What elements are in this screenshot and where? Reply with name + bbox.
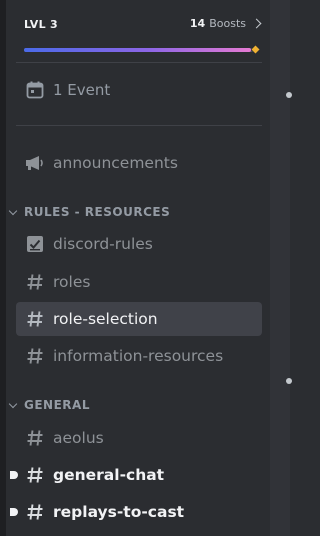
hash-icon bbox=[25, 502, 45, 522]
channel-roles[interactable]: roles bbox=[16, 265, 262, 299]
events-button[interactable]: 1 Event bbox=[16, 73, 262, 107]
channel-general-chat[interactable]: general-chat bbox=[10, 458, 262, 492]
divider bbox=[16, 62, 262, 63]
boost-progress-fill bbox=[24, 48, 252, 52]
chat-area-edge bbox=[270, 0, 292, 536]
channel-replays-to-cast[interactable]: replays-to-cast bbox=[10, 495, 262, 529]
channel-information-resources[interactable]: information-resources bbox=[16, 339, 262, 373]
chevron-right-icon bbox=[251, 18, 262, 29]
edge-indicator bbox=[286, 92, 292, 98]
unread-indicator bbox=[10, 508, 18, 516]
hash-icon bbox=[25, 465, 45, 485]
channel-announcements[interactable]: announcements bbox=[16, 146, 262, 180]
chevron-down-icon bbox=[8, 206, 18, 215]
channel-name: replays-to-cast bbox=[53, 503, 185, 521]
hash-icon bbox=[25, 428, 45, 448]
channel-sidebar: LVL 3 14 Boosts 1 Event announcements RU… bbox=[6, 0, 270, 536]
channel-name: roles bbox=[53, 273, 91, 291]
boost-gem-icon bbox=[251, 45, 260, 54]
channel-name: information-resources bbox=[53, 347, 224, 365]
channel-aeolus[interactable]: aeolus bbox=[16, 421, 262, 455]
boost-progress-bar bbox=[24, 48, 256, 52]
category-title: RULES - RESOURCES bbox=[24, 205, 171, 219]
channel-discord-rules[interactable]: discord-rules bbox=[16, 227, 262, 261]
category-rules-resources[interactable]: RULES - RESOURCES bbox=[8, 205, 171, 219]
boost-level: LVL 3 bbox=[24, 18, 59, 31]
channel-name: announcements bbox=[53, 154, 178, 172]
channel-name: aeolus bbox=[53, 429, 104, 447]
events-label: 1 Event bbox=[53, 81, 111, 99]
category-general[interactable]: GENERAL bbox=[8, 398, 90, 412]
boost-count-label: Boosts bbox=[209, 17, 246, 30]
calendar-icon bbox=[25, 80, 45, 100]
hash-icon bbox=[25, 346, 45, 366]
channel-name: general-chat bbox=[53, 466, 165, 484]
megaphone-icon bbox=[25, 153, 45, 173]
rules-checkbox-icon bbox=[25, 234, 45, 254]
boost-count[interactable]: 14 Boosts bbox=[189, 17, 262, 30]
channel-role-selection[interactable]: role-selection bbox=[16, 302, 262, 336]
hash-icon bbox=[25, 272, 45, 292]
divider bbox=[16, 125, 262, 126]
chevron-down-icon bbox=[8, 399, 18, 408]
unread-indicator bbox=[10, 471, 18, 479]
channel-name: role-selection bbox=[53, 310, 158, 328]
boost-progress-header[interactable]: LVL 3 14 Boosts bbox=[6, 0, 270, 62]
category-title: GENERAL bbox=[24, 398, 90, 412]
hash-icon bbox=[25, 309, 45, 329]
channel-name: discord-rules bbox=[53, 235, 153, 253]
edge-indicator bbox=[286, 378, 292, 384]
boost-count-number: 14 bbox=[189, 17, 206, 30]
